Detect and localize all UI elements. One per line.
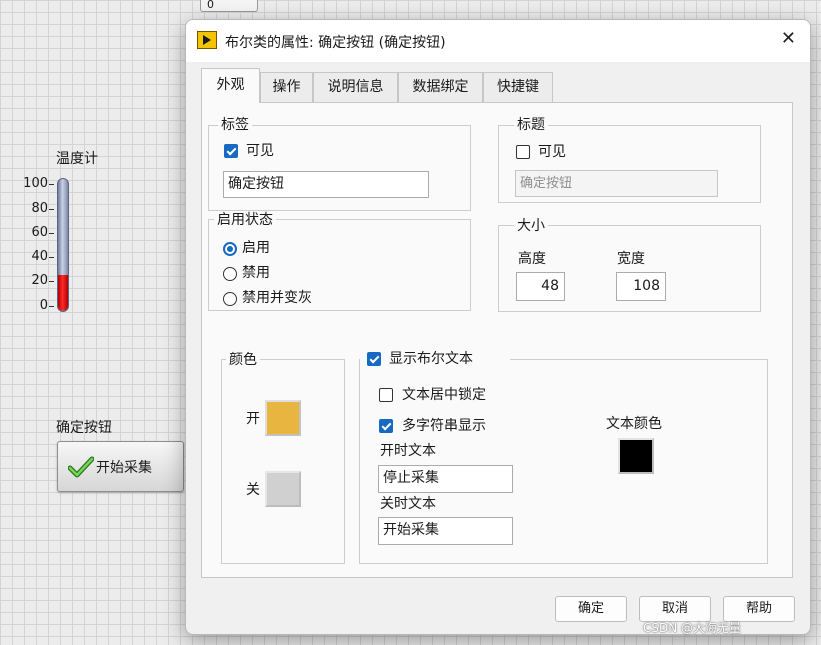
label-group: 标签 可见 确定按钮 bbox=[208, 117, 471, 211]
tick-label: 100 bbox=[23, 176, 48, 191]
width-field[interactable]: 108 bbox=[616, 272, 666, 301]
tick-label: 0 bbox=[39, 298, 48, 313]
text-color-label: 文本颜色 bbox=[606, 416, 662, 432]
thermometer[interactable] bbox=[57, 178, 69, 312]
labview-icon bbox=[197, 31, 217, 49]
radio-disabled-grayed-label: 禁用并变灰 bbox=[242, 290, 312, 306]
tick-label: 20 bbox=[31, 273, 48, 288]
off-text-label: 关时文本 bbox=[380, 496, 436, 512]
appearance-panel: 标签 可见 确定按钮 标题 可见 确定按钮 启用状态 启用 禁用 禁用并变灰 大… bbox=[201, 102, 793, 578]
enable-state-title: 启用状态 bbox=[214, 212, 276, 228]
label-text-field[interactable]: 确定按钮 bbox=[223, 171, 429, 198]
height-field[interactable]: 48 bbox=[516, 272, 565, 301]
radio-disabled-grayed[interactable] bbox=[223, 292, 237, 306]
show-boolean-text-label: 显示布尔文本 bbox=[389, 351, 473, 367]
tab-shortcut[interactable]: 快捷键 bbox=[483, 72, 553, 102]
button-label: 确定按钮 bbox=[56, 420, 112, 436]
off-text-field[interactable]: 开始采集 bbox=[378, 517, 513, 545]
tick-label: 40 bbox=[31, 249, 48, 264]
title-bar: 布尔类的属性: 确定按钮 (确定按钮) ✕ bbox=[186, 20, 810, 62]
on-color-label: 开 bbox=[246, 411, 260, 427]
properties-dialog: 布尔类的属性: 确定按钮 (确定按钮) ✕ 外观 操作 说明信息 数据绑定 快捷… bbox=[185, 19, 811, 635]
tab-data-binding[interactable]: 数据绑定 bbox=[398, 72, 483, 102]
boolean-text-group: 显示布尔文本 文本居中锁定 多字符串显示 开时文本 停止采集 关时文本 开始采集… bbox=[359, 348, 768, 564]
thermometer-label: 温度计 bbox=[56, 151, 98, 167]
multi-string-checkbox[interactable] bbox=[379, 419, 393, 433]
watermark: CSDN @大海无量 bbox=[643, 621, 742, 635]
center-lock-label: 文本居中锁定 bbox=[402, 387, 486, 403]
radio-disabled[interactable] bbox=[223, 267, 237, 281]
center-lock-checkbox[interactable] bbox=[379, 388, 393, 402]
numeric-indicator: 0 bbox=[200, 0, 258, 12]
on-text-label: 开时文本 bbox=[380, 443, 436, 459]
off-color-label: 关 bbox=[246, 482, 260, 498]
enable-state-group: 启用状态 启用 禁用 禁用并变灰 bbox=[208, 212, 471, 311]
multi-string-label: 多字符串显示 bbox=[402, 418, 486, 434]
caption-group: 标题 可见 确定按钮 bbox=[498, 117, 761, 203]
caption-group-title: 标题 bbox=[514, 117, 548, 133]
checkmark-icon bbox=[68, 456, 94, 477]
start-acquisition-button[interactable]: 开始采集 bbox=[57, 441, 184, 492]
tab-documentation[interactable]: 说明信息 bbox=[313, 72, 398, 102]
colors-group-title: 颜色 bbox=[226, 352, 260, 368]
close-icon[interactable]: ✕ bbox=[781, 30, 796, 48]
caption-visible-text: 可见 bbox=[538, 144, 566, 160]
label-visible-text: 可见 bbox=[246, 143, 274, 159]
height-label: 高度 bbox=[518, 251, 546, 267]
show-boolean-text-checkbox[interactable] bbox=[367, 352, 381, 366]
tab-operation[interactable]: 操作 bbox=[260, 72, 313, 102]
off-color-swatch[interactable] bbox=[265, 471, 301, 507]
label-visible-checkbox[interactable] bbox=[224, 144, 238, 158]
ok-button[interactable]: 确定 bbox=[555, 596, 627, 622]
radio-enabled-label: 启用 bbox=[242, 240, 270, 256]
thermometer-scale: 100 80 60 40 20 0 bbox=[0, 0, 60, 330]
on-text-field[interactable]: 停止采集 bbox=[378, 465, 513, 493]
tab-appearance[interactable]: 外观 bbox=[201, 68, 260, 103]
width-label: 宽度 bbox=[617, 251, 645, 267]
text-color-swatch[interactable] bbox=[618, 438, 654, 474]
caption-visible-checkbox[interactable] bbox=[516, 145, 530, 159]
size-group: 大小 高度 48 宽度 108 bbox=[498, 218, 761, 312]
size-group-title: 大小 bbox=[514, 218, 548, 234]
thermometer-fill bbox=[58, 275, 68, 311]
caption-text-field[interactable]: 确定按钮 bbox=[515, 170, 718, 197]
on-color-swatch[interactable] bbox=[265, 400, 301, 436]
radio-disabled-label: 禁用 bbox=[242, 265, 270, 281]
colors-group: 颜色 开 关 bbox=[221, 352, 345, 564]
radio-enabled[interactable] bbox=[223, 242, 237, 256]
button-text: 开始采集 bbox=[96, 459, 152, 476]
dialog-title: 布尔类的属性: 确定按钮 (确定按钮) bbox=[225, 35, 446, 51]
label-group-title: 标签 bbox=[218, 117, 252, 133]
tick-label: 60 bbox=[31, 225, 48, 240]
tick-label: 80 bbox=[31, 201, 48, 216]
